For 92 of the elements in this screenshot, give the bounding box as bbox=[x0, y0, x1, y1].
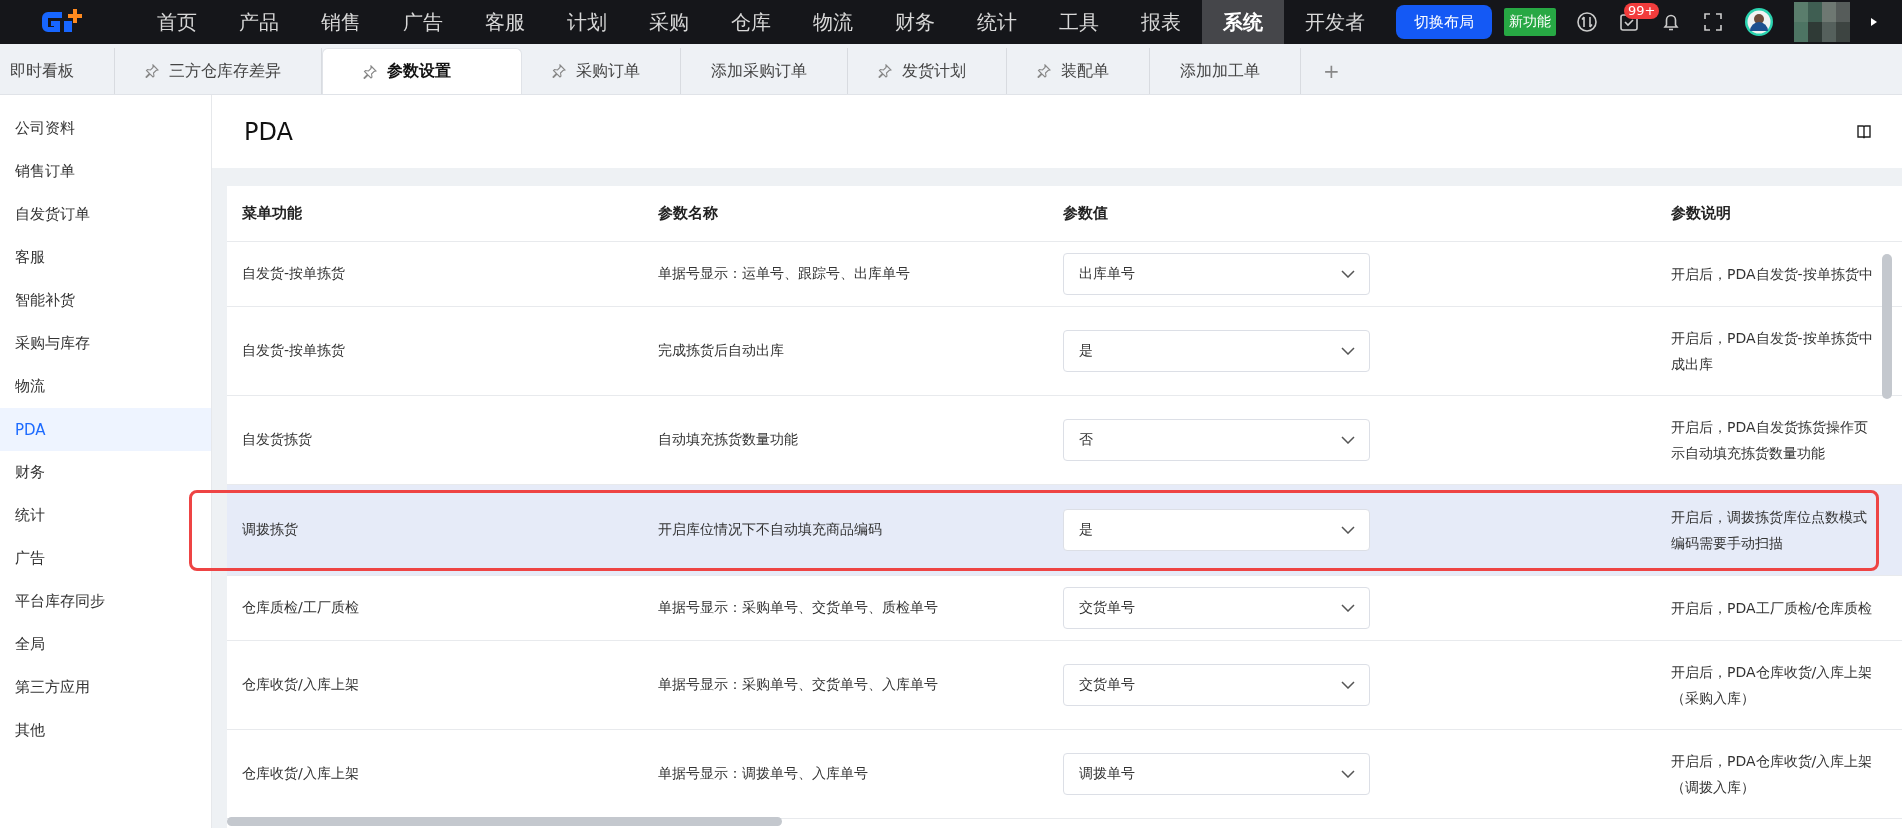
tab[interactable]: 即时看板 bbox=[0, 48, 115, 94]
sidebar-item[interactable]: 平台库存同步 bbox=[0, 580, 211, 623]
nav-item[interactable]: 物流 bbox=[792, 0, 874, 44]
pin-icon[interactable] bbox=[552, 64, 566, 78]
nav-item[interactable]: 工具 bbox=[1038, 0, 1120, 44]
sidebar-item[interactable]: 公司资料 bbox=[0, 107, 211, 150]
pin-icon[interactable] bbox=[363, 64, 377, 79]
pin-icon[interactable] bbox=[878, 64, 892, 78]
chevron-down-icon[interactable] bbox=[1341, 770, 1355, 778]
table-cell-text: 自动填充拣货数量功能 bbox=[657, 431, 798, 449]
sidebar-item[interactable]: 第三方应用 bbox=[0, 666, 211, 709]
table-cell-text: 单据号显示：采购单号、交货单号、质检单号 bbox=[657, 599, 938, 617]
horizontal-scrollbar[interactable] bbox=[227, 817, 782, 826]
table-cell-text: 调拨拣货 bbox=[241, 521, 298, 539]
mosaic-drawing bbox=[1794, 2, 1850, 42]
table-cell-text: 自发货-按单拣货 bbox=[241, 265, 346, 283]
book-icon[interactable] bbox=[1856, 123, 1872, 140]
tab[interactable]: 发货计划 bbox=[848, 48, 1007, 94]
pin-icon[interactable] bbox=[145, 64, 159, 78]
value-select[interactable]: 否 bbox=[1063, 419, 1370, 461]
table-cell-text: 自发货-按单拣货 bbox=[241, 342, 346, 360]
chevron-down-icon[interactable] bbox=[1341, 347, 1355, 355]
pin-icon[interactable] bbox=[1037, 64, 1051, 78]
chevron-down-icon[interactable] bbox=[1341, 604, 1355, 612]
table-cell-text: 仓库收货/入库上架 bbox=[241, 676, 359, 694]
sidebar-item[interactable]: 广告 bbox=[0, 537, 211, 580]
chevron-down-icon[interactable] bbox=[1341, 526, 1355, 534]
description-text: 开启后，调拨拣货库位点数模式 编码需要手动扫描 bbox=[1671, 508, 1867, 553]
sidebar-item[interactable]: 客服 bbox=[0, 236, 211, 279]
description-text: 开启后，PDA工厂质检/仓库质检 bbox=[1671, 599, 1873, 618]
value-select[interactable]: 是 bbox=[1063, 509, 1370, 551]
table-cell-text: 单据号显示：采购单号、交货单号、入库单号 bbox=[657, 676, 938, 694]
sidebar-item[interactable]: 销售订单 bbox=[0, 150, 211, 193]
sidebar-item[interactable]: PDA bbox=[0, 408, 211, 451]
nav-item[interactable]: 采购 bbox=[628, 0, 710, 44]
chevron-down-icon[interactable] bbox=[1341, 681, 1355, 689]
nav-item[interactable]: 仓库 bbox=[710, 0, 792, 44]
table-cell-text: 单据号显示：运单号、跟踪号、出库单号 bbox=[657, 265, 910, 283]
caret-icon[interactable] bbox=[1870, 17, 1878, 27]
nav-item[interactable]: 财务 bbox=[874, 0, 956, 44]
table-cell-text: 仓库收货/入库上架 bbox=[241, 765, 359, 783]
value-select[interactable]: 是 bbox=[1063, 330, 1370, 372]
sidebar-item[interactable]: 财务 bbox=[0, 451, 211, 494]
tab[interactable]: 采购订单 bbox=[522, 48, 681, 94]
fullscreen-icon[interactable] bbox=[1702, 11, 1724, 33]
nav-item[interactable]: 开发者 bbox=[1284, 0, 1386, 44]
value-select[interactable]: 交货单号 bbox=[1063, 587, 1370, 629]
column-header: 参数名称 bbox=[657, 204, 718, 223]
description-text: 开启后，PDA自发货拣货操作页 示自动填充拣货数量功能 bbox=[1671, 418, 1868, 463]
sidebar-item[interactable]: 统计 bbox=[0, 494, 211, 537]
nav-item[interactable]: 报表 bbox=[1120, 0, 1202, 44]
tab[interactable]: 添加加工单 bbox=[1150, 48, 1301, 94]
tab[interactable]: 参数设置 bbox=[322, 48, 522, 94]
table-cell-text: 仓库质检/工厂质检 bbox=[241, 599, 359, 617]
column-header: 参数值 bbox=[1062, 204, 1108, 223]
description-text: 开启后，PDA仓库收货/入库上架 （采购入库） bbox=[1671, 663, 1873, 708]
chevron-down-icon[interactable] bbox=[1341, 270, 1355, 278]
tab[interactable]: 装配单 bbox=[1007, 48, 1150, 94]
switch-layout-button[interactable]: 切换布局 bbox=[1396, 5, 1492, 39]
swap-icon[interactable] bbox=[1576, 11, 1598, 33]
page-title: PDA bbox=[244, 117, 293, 146]
nav-item[interactable]: 客服 bbox=[464, 0, 546, 44]
nav-item[interactable]: 首页 bbox=[136, 0, 218, 44]
count-badge: 99+ bbox=[1624, 3, 1660, 19]
vertical-scrollbar[interactable] bbox=[1882, 254, 1892, 399]
value-select[interactable]: 出库单号 bbox=[1063, 253, 1370, 295]
nav-item[interactable]: 系统 bbox=[1202, 0, 1284, 44]
nav-item[interactable]: 销售 bbox=[300, 0, 382, 44]
column-header: 菜单功能 bbox=[241, 204, 302, 223]
description-text: 开启后，PDA自发货-按单拣货中 成出库 bbox=[1671, 329, 1873, 374]
sidebar-item[interactable]: 全局 bbox=[0, 623, 211, 666]
nav-item[interactable]: 产品 bbox=[218, 0, 300, 44]
description-text: 开启后，PDA自发货-按单拣货中 bbox=[1671, 265, 1873, 284]
sidebar-item[interactable]: 其他 bbox=[0, 709, 211, 752]
sidebar-item[interactable]: 采购与库存 bbox=[0, 322, 211, 365]
chevron-down-icon[interactable] bbox=[1341, 436, 1355, 444]
avatar-icon[interactable] bbox=[1744, 7, 1774, 37]
sidebar-item[interactable]: 智能补货 bbox=[0, 279, 211, 322]
description-text: 开启后，PDA仓库收货/入库上架 （调拨入库） bbox=[1671, 752, 1873, 797]
sidebar-item[interactable]: 自发货订单 bbox=[0, 193, 211, 236]
nav-item[interactable]: 广告 bbox=[382, 0, 464, 44]
nav-item[interactable]: 统计 bbox=[956, 0, 1038, 44]
sidebar-item[interactable]: 物流 bbox=[0, 365, 211, 408]
table-cell-text: 单据号显示：调拨单号、入库单号 bbox=[657, 765, 868, 783]
table-cell-text: 自发货拣货 bbox=[241, 431, 312, 449]
table-cell-text: 完成拣货后自动出库 bbox=[657, 342, 784, 360]
value-select[interactable]: 调拨单号 bbox=[1063, 753, 1370, 795]
nav-item[interactable]: 计划 bbox=[546, 0, 628, 44]
table-cell-text: 开启库位情况下不自动填充商品编码 bbox=[657, 521, 882, 539]
column-header: 参数说明 bbox=[1670, 204, 1731, 223]
value-select[interactable]: 交货单号 bbox=[1063, 664, 1370, 706]
tab[interactable]: 添加采购订单 bbox=[681, 48, 848, 94]
